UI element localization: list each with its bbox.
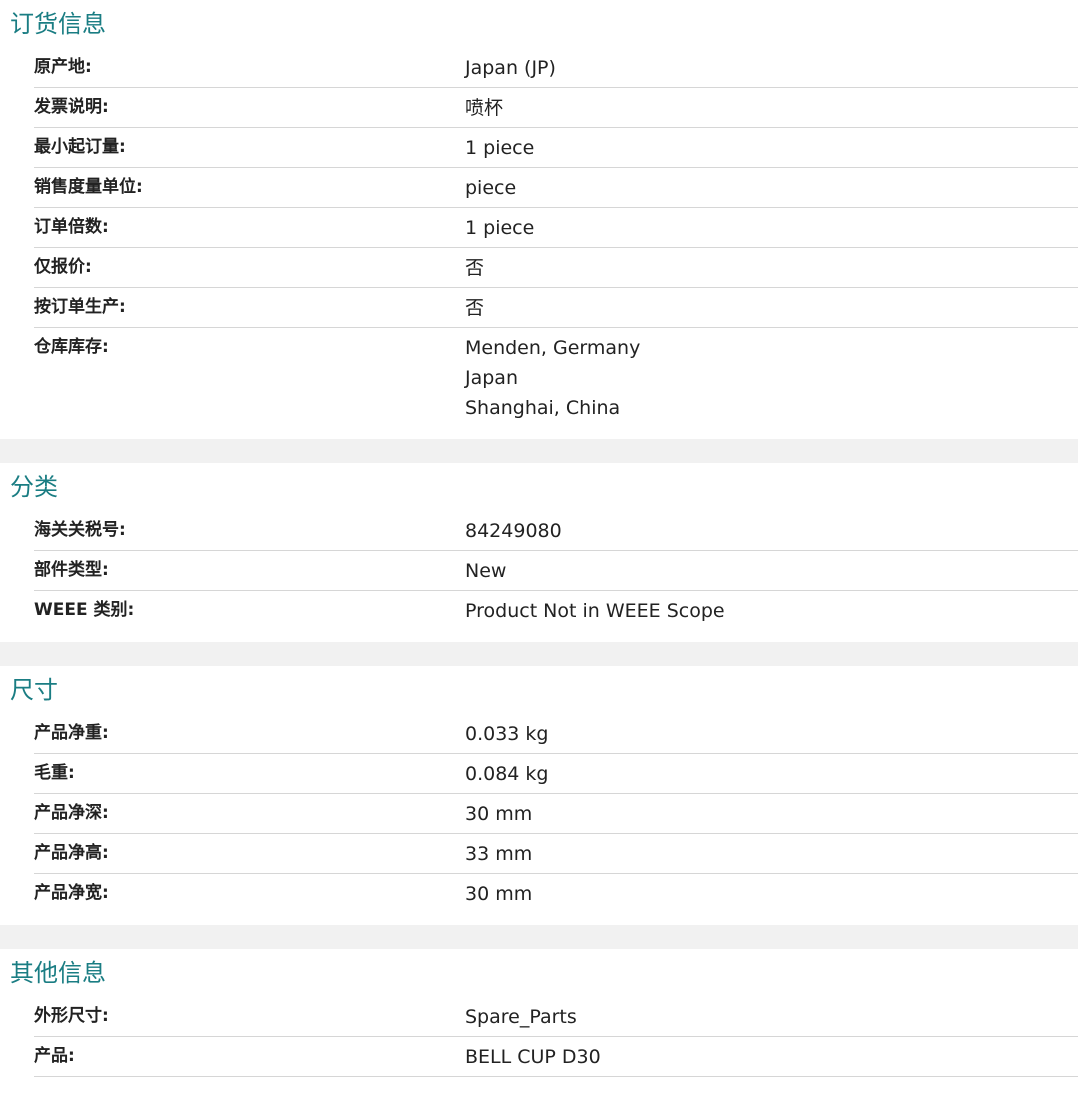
label-order-multiple: 订单倍数: <box>34 217 109 237</box>
label-weee-category: WEEE 类别: <box>34 600 135 620</box>
section-divider <box>0 925 1078 949</box>
label-net-depth: 产品净深: <box>34 803 109 823</box>
label-product: 产品: <box>34 1046 75 1066</box>
row-warehouse-stock: 仓库库存: Menden, Germany Japan Shanghai, Ch… <box>34 328 1078 427</box>
value-gross-weight: 0.084 kg <box>465 763 549 785</box>
label-part-type: 部件类型: <box>34 560 109 580</box>
dimensions-list: 产品净重: 0.033 kg 毛重: 0.084 kg 产品净深: 30 mm … <box>0 714 1078 913</box>
row-country-of-origin: 原产地: Japan (JP) <box>34 48 1078 88</box>
label-quote-only: 仅报价: <box>34 257 92 277</box>
label-customs-tariff-number: 海关关税号: <box>34 520 126 540</box>
value-form-factor: Spare_Parts <box>465 1006 577 1028</box>
value-country-of-origin: Japan (JP) <box>465 57 556 79</box>
value-customs-tariff-number: 84249080 <box>465 520 562 542</box>
label-net-weight: 产品净重: <box>34 723 109 743</box>
warehouse-location: Japan <box>465 367 518 389</box>
row-net-depth: 产品净深: 30 mm <box>34 794 1078 834</box>
row-net-width: 产品净宽: 30 mm <box>34 874 1078 913</box>
label-minimum-order-quantity: 最小起订量: <box>34 137 126 157</box>
value-sales-unit-of-measure: piece <box>465 177 517 199</box>
section-divider <box>0 439 1078 463</box>
value-order-multiple: 1 piece <box>465 217 535 239</box>
label-invoice-description: 发票说明: <box>34 97 109 117</box>
row-sales-unit-of-measure: 销售度量单位: piece <box>34 168 1078 208</box>
label-gross-weight: 毛重: <box>34 763 75 783</box>
row-made-to-order: 按订单生产: 否 <box>34 288 1078 328</box>
row-gross-weight: 毛重: 0.084 kg <box>34 754 1078 794</box>
row-invoice-description: 发票说明: 喷杯 <box>34 88 1078 128</box>
section-title-other-info: 其他信息 <box>10 959 106 987</box>
value-invoice-description: 喷杯 <box>465 97 504 119</box>
row-part-type: 部件类型: New <box>34 551 1078 591</box>
row-customs-tariff-number: 海关关税号: 84249080 <box>34 511 1078 551</box>
value-quote-only: 否 <box>465 257 485 279</box>
section-classification: 分类 海关关税号: 84249080 部件类型: New WEEE 类别: Pr… <box>0 463 1078 642</box>
value-net-depth: 30 mm <box>465 803 533 825</box>
value-warehouse-stock: Menden, Germany Japan Shanghai, China <box>465 328 1078 427</box>
row-form-factor: 外形尺寸: Spare_Parts <box>34 997 1078 1037</box>
value-part-type: New <box>465 560 507 582</box>
value-net-weight: 0.033 kg <box>465 723 549 745</box>
row-product: 产品: BELL CUP D30 <box>34 1037 1078 1077</box>
section-title-ordering-info: 订货信息 <box>10 10 106 38</box>
value-made-to-order: 否 <box>465 297 485 319</box>
section-ordering-info: 订货信息 原产地: Japan (JP) 发票说明: 喷杯 最小起订量: 1 p… <box>0 0 1078 439</box>
row-net-height: 产品净高: 33 mm <box>34 834 1078 874</box>
warehouse-location: Shanghai, China <box>465 397 621 419</box>
label-warehouse-stock: 仓库库存: <box>34 337 109 357</box>
other-info-list: 外形尺寸: Spare_Parts 产品: BELL CUP D30 <box>0 997 1078 1077</box>
value-minimum-order-quantity: 1 piece <box>465 137 535 159</box>
row-minimum-order-quantity: 最小起订量: 1 piece <box>34 128 1078 168</box>
classification-list: 海关关税号: 84249080 部件类型: New WEEE 类别: Produ… <box>0 511 1078 630</box>
row-weee-category: WEEE 类别: Product Not in WEEE Scope <box>34 591 1078 630</box>
label-country-of-origin: 原产地: <box>34 57 92 77</box>
row-order-multiple: 订单倍数: 1 piece <box>34 208 1078 248</box>
warehouse-location: Menden, Germany <box>465 337 641 359</box>
row-quote-only: 仅报价: 否 <box>34 248 1078 288</box>
label-made-to-order: 按订单生产: <box>34 297 126 317</box>
section-other-info: 其他信息 外形尺寸: Spare_Parts 产品: BELL CUP D30 <box>0 949 1078 1077</box>
ordering-info-list: 原产地: Japan (JP) 发票说明: 喷杯 最小起订量: 1 piece … <box>0 48 1078 427</box>
label-net-height: 产品净高: <box>34 843 109 863</box>
section-dimensions: 尺寸 产品净重: 0.033 kg 毛重: 0.084 kg 产品净深: 30 … <box>0 666 1078 925</box>
section-title-classification: 分类 <box>10 473 58 501</box>
section-title-dimensions: 尺寸 <box>10 676 58 704</box>
value-product: BELL CUP D30 <box>465 1046 601 1068</box>
row-net-weight: 产品净重: 0.033 kg <box>34 714 1078 754</box>
value-net-width: 30 mm <box>465 883 533 905</box>
value-net-height: 33 mm <box>465 843 533 865</box>
label-net-width: 产品净宽: <box>34 883 109 903</box>
label-sales-unit-of-measure: 销售度量单位: <box>34 177 143 197</box>
label-form-factor: 外形尺寸: <box>34 1006 109 1026</box>
value-weee-category: Product Not in WEEE Scope <box>465 600 725 622</box>
section-divider <box>0 642 1078 666</box>
